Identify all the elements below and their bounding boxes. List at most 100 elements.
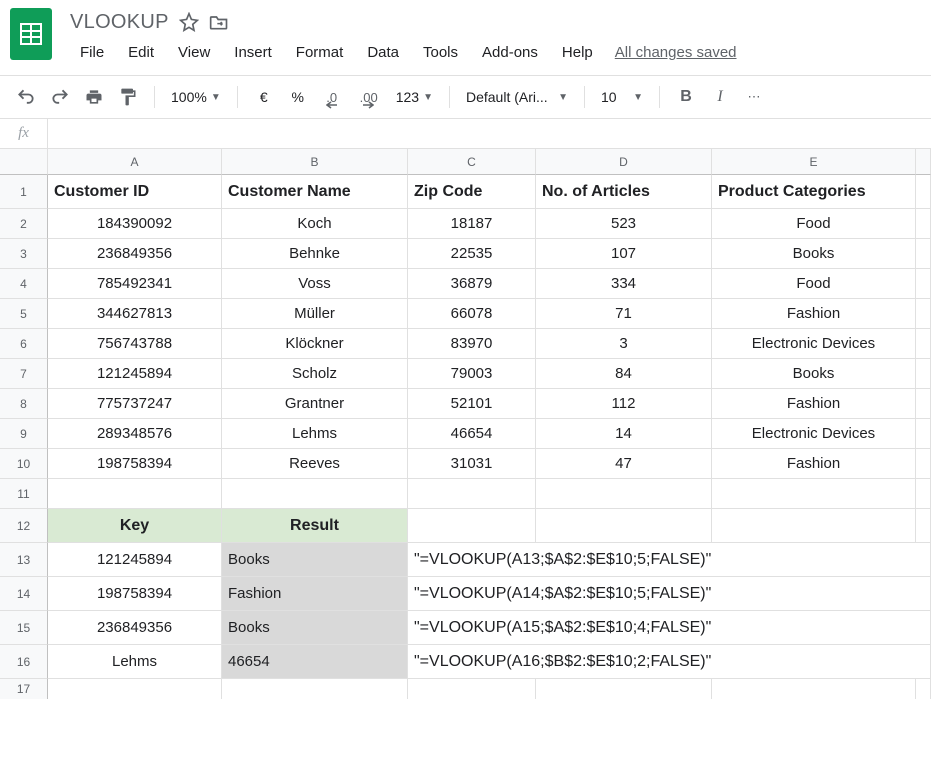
cell[interactable]: 36879 <box>408 269 536 299</box>
save-status[interactable]: All changes saved <box>615 44 737 61</box>
menu-tools[interactable]: Tools <box>413 40 468 65</box>
cell[interactable]: 121245894 <box>48 543 222 577</box>
cell[interactable]: 22535 <box>408 239 536 269</box>
col-header-extra[interactable] <box>916 149 931 175</box>
col-header-D[interactable]: D <box>536 149 712 175</box>
format-currency-button[interactable]: € <box>250 83 278 111</box>
row-header[interactable]: 10 <box>0 449 48 479</box>
cell[interactable]: 3 <box>536 329 712 359</box>
menu-addons[interactable]: Add-ons <box>472 40 548 65</box>
row-header[interactable]: 12 <box>0 509 48 543</box>
cell[interactable] <box>536 679 712 699</box>
cell[interactable]: "=VLOOKUP(A15;$A$2:$E$10;4;FALSE)" <box>408 611 931 645</box>
cell[interactable]: Klöckner <box>222 329 408 359</box>
cell[interactable] <box>916 299 931 329</box>
cell[interactable]: Lehms <box>48 645 222 679</box>
cell[interactable] <box>916 175 931 209</box>
cell[interactable]: 775737247 <box>48 389 222 419</box>
cell[interactable] <box>916 419 931 449</box>
decrease-decimal-button[interactable]: .0 <box>318 83 346 111</box>
row-header[interactable]: 3 <box>0 239 48 269</box>
cell[interactable] <box>536 509 712 543</box>
sheets-logo-icon[interactable] <box>10 8 52 60</box>
cell[interactable]: Müller <box>222 299 408 329</box>
row-header[interactable]: 11 <box>0 479 48 509</box>
cell[interactable] <box>916 359 931 389</box>
cell[interactable]: 289348576 <box>48 419 222 449</box>
cell[interactable] <box>536 479 712 509</box>
cell[interactable]: "=VLOOKUP(A13;$A$2:$E$10;5;FALSE)" <box>408 543 931 577</box>
cell[interactable]: 84 <box>536 359 712 389</box>
cell[interactable] <box>222 679 408 699</box>
formula-input[interactable] <box>48 119 931 148</box>
cell[interactable]: Zip Code <box>408 175 536 209</box>
cell[interactable]: 52101 <box>408 389 536 419</box>
row-header[interactable]: 7 <box>0 359 48 389</box>
cell[interactable]: Fashion <box>222 577 408 611</box>
col-header-A[interactable]: A <box>48 149 222 175</box>
cell[interactable]: 523 <box>536 209 712 239</box>
print-icon[interactable] <box>80 83 108 111</box>
cell[interactable] <box>916 479 931 509</box>
row-header[interactable]: 5 <box>0 299 48 329</box>
cell[interactable] <box>916 389 931 419</box>
cell[interactable]: No. of Articles <box>536 175 712 209</box>
cell[interactable]: 47 <box>536 449 712 479</box>
cell[interactable] <box>916 329 931 359</box>
cell[interactable] <box>48 679 222 699</box>
cell[interactable] <box>916 269 931 299</box>
cell[interactable]: 198758394 <box>48 577 222 611</box>
cell[interactable]: 107 <box>536 239 712 269</box>
menu-file[interactable]: File <box>70 40 114 65</box>
cell[interactable]: 344627813 <box>48 299 222 329</box>
bold-button[interactable]: B <box>672 83 700 111</box>
cell[interactable] <box>712 479 916 509</box>
col-header-B[interactable]: B <box>222 149 408 175</box>
format-percent-button[interactable]: % <box>284 83 312 111</box>
paint-format-icon[interactable] <box>114 83 142 111</box>
row-header[interactable]: 4 <box>0 269 48 299</box>
italic-button[interactable]: I <box>706 83 734 111</box>
font-family-select[interactable]: Default (Ari...▼ <box>462 89 572 105</box>
cell[interactable]: Customer ID <box>48 175 222 209</box>
menu-insert[interactable]: Insert <box>224 40 282 65</box>
cell[interactable]: 236849356 <box>48 239 222 269</box>
menu-format[interactable]: Format <box>286 40 354 65</box>
zoom-select[interactable]: 100%▼ <box>167 89 225 105</box>
col-header-E[interactable]: E <box>712 149 916 175</box>
row-header[interactable]: 14 <box>0 577 48 611</box>
row-header[interactable]: 15 <box>0 611 48 645</box>
cell[interactable]: Lehms <box>222 419 408 449</box>
cell[interactable]: 334 <box>536 269 712 299</box>
row-header[interactable]: 16 <box>0 645 48 679</box>
cell[interactable] <box>408 679 536 699</box>
cell[interactable] <box>916 509 931 543</box>
cell[interactable]: 236849356 <box>48 611 222 645</box>
cell[interactable]: 18187 <box>408 209 536 239</box>
cell[interactable]: 31031 <box>408 449 536 479</box>
redo-icon[interactable] <box>46 83 74 111</box>
select-all-corner[interactable] <box>0 149 48 175</box>
cell[interactable]: 66078 <box>408 299 536 329</box>
cell[interactable]: "=VLOOKUP(A14;$A$2:$E$10;5;FALSE)" <box>408 577 931 611</box>
cell[interactable]: Books <box>222 611 408 645</box>
menu-edit[interactable]: Edit <box>118 40 164 65</box>
font-size-select[interactable]: 10▼ <box>597 89 647 105</box>
cell[interactable] <box>408 479 536 509</box>
cell[interactable]: Books <box>712 239 916 269</box>
cell[interactable]: Behnke <box>222 239 408 269</box>
cell[interactable] <box>916 239 931 269</box>
cell[interactable]: Voss <box>222 269 408 299</box>
cell[interactable] <box>48 479 222 509</box>
cell[interactable]: 83970 <box>408 329 536 359</box>
cell[interactable]: Fashion <box>712 299 916 329</box>
cell[interactable]: 121245894 <box>48 359 222 389</box>
cell[interactable] <box>916 449 931 479</box>
star-icon[interactable] <box>179 12 199 32</box>
cell[interactable]: Fashion <box>712 449 916 479</box>
cell[interactable]: Grantner <box>222 389 408 419</box>
cell[interactable]: 71 <box>536 299 712 329</box>
row-header[interactable]: 13 <box>0 543 48 577</box>
cell[interactable] <box>916 209 931 239</box>
cell[interactable]: Scholz <box>222 359 408 389</box>
